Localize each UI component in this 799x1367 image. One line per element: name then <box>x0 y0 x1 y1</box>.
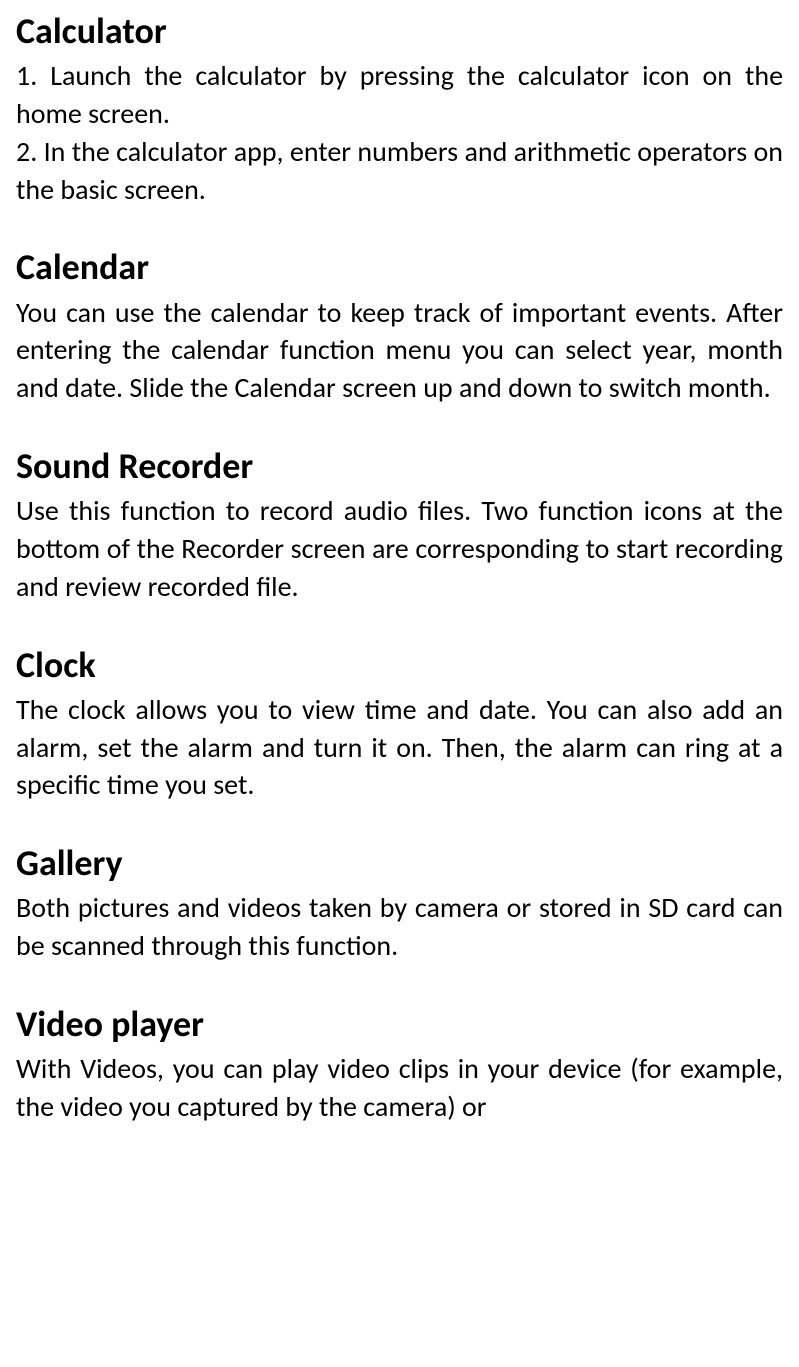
body-sound-recorder: Use this function to record audio files.… <box>16 492 783 605</box>
heading-gallery: Gallery <box>16 842 783 885</box>
section-sound-recorder: Sound Recorder Use this function to reco… <box>16 445 783 606</box>
section-clock: Clock The clock allows you to view time … <box>16 644 783 805</box>
section-calendar: Calendar You can use the calendar to kee… <box>16 246 783 407</box>
heading-calendar: Calendar <box>16 246 783 289</box>
body-clock: The clock allows you to view time and da… <box>16 691 783 804</box>
heading-sound-recorder: Sound Recorder <box>16 445 783 488</box>
section-video-player: Video player With Videos, you can play v… <box>16 1003 783 1126</box>
body-calendar: You can use the calendar to keep track o… <box>16 294 783 407</box>
body-video-player: With Videos, you can play video clips in… <box>16 1050 783 1126</box>
heading-calculator: Calculator <box>16 10 783 53</box>
heading-clock: Clock <box>16 644 783 687</box>
section-calculator: Calculator 1. Launch the calculator by p… <box>16 10 783 208</box>
body-calculator: 1. Launch the calculator by pressing the… <box>16 57 783 208</box>
body-gallery: Both pictures and videos taken by camera… <box>16 889 783 965</box>
heading-video-player: Video player <box>16 1003 783 1046</box>
section-gallery: Gallery Both pictures and videos taken b… <box>16 842 783 965</box>
